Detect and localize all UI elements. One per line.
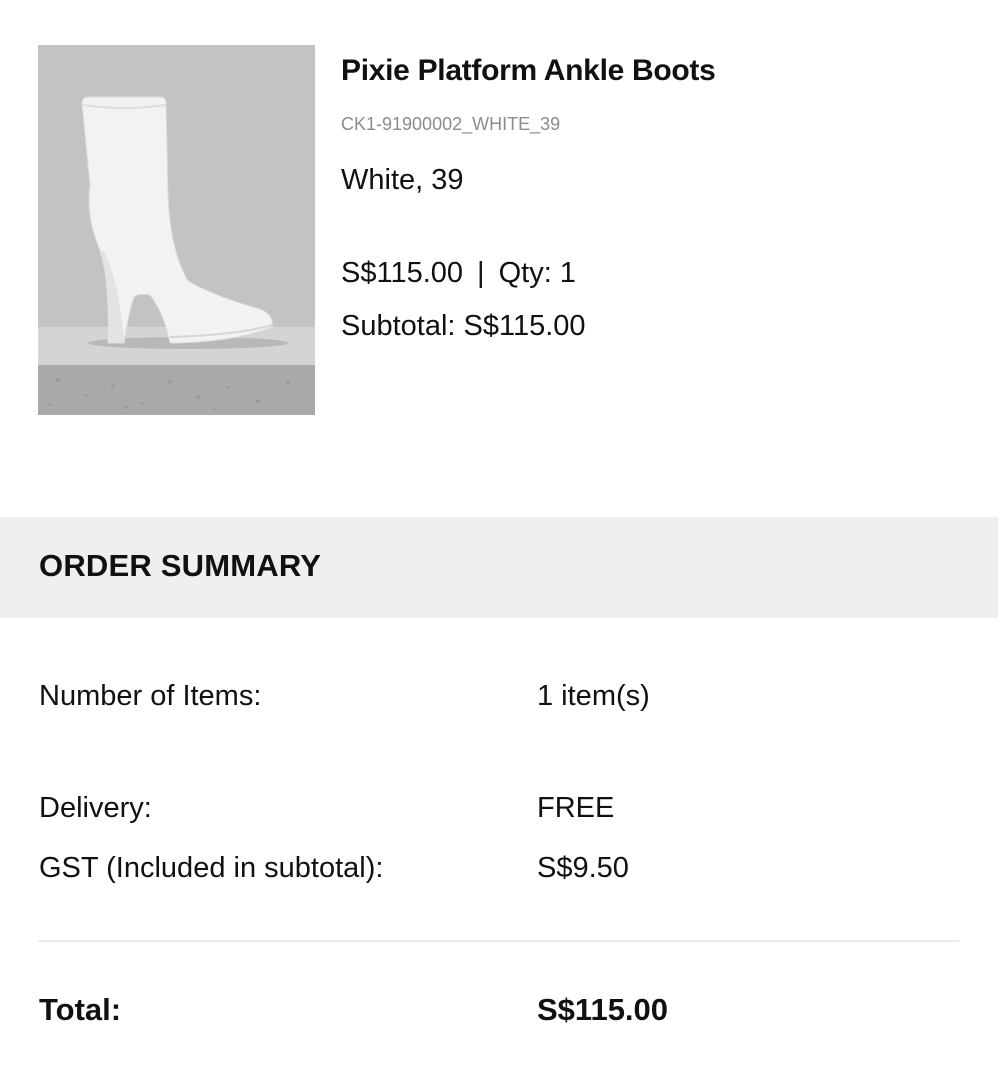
boot-icon	[38, 45, 315, 415]
delivery-value: FREE	[537, 792, 615, 824]
price-separator: |	[477, 257, 485, 289]
items-count-label: Number of Items:	[39, 680, 262, 712]
items-count-value: 1 item(s)	[537, 680, 650, 712]
total-value: S$115.00	[537, 992, 669, 1027]
gst-value: S$9.50	[537, 852, 629, 884]
total-label: Total:	[39, 992, 122, 1027]
product-sku: CK1-91900002_WHITE_39	[341, 114, 561, 134]
product-variant: White, 39	[341, 164, 464, 196]
delivery-label: Delivery:	[39, 792, 152, 824]
product-subtotal: Subtotal: S$115.00	[341, 310, 586, 342]
gst-label: GST (Included in subtotal):	[39, 852, 384, 884]
product-image[interactable]	[38, 45, 315, 415]
summary-divider	[38, 940, 959, 942]
product-qty: Qty: 1	[498, 257, 576, 289]
cart-item: Pixie Platform Ankle Boots CK1-91900002_…	[0, 0, 998, 517]
order-summary-header: ORDER SUMMARY	[0, 517, 998, 618]
product-price: S$115.00	[341, 257, 464, 289]
order-summary-title: ORDER SUMMARY	[39, 548, 322, 583]
price-qty-line: S$115.00 | Qty: 1	[341, 257, 576, 290]
product-name[interactable]: Pixie Platform Ankle Boots	[341, 54, 716, 88]
